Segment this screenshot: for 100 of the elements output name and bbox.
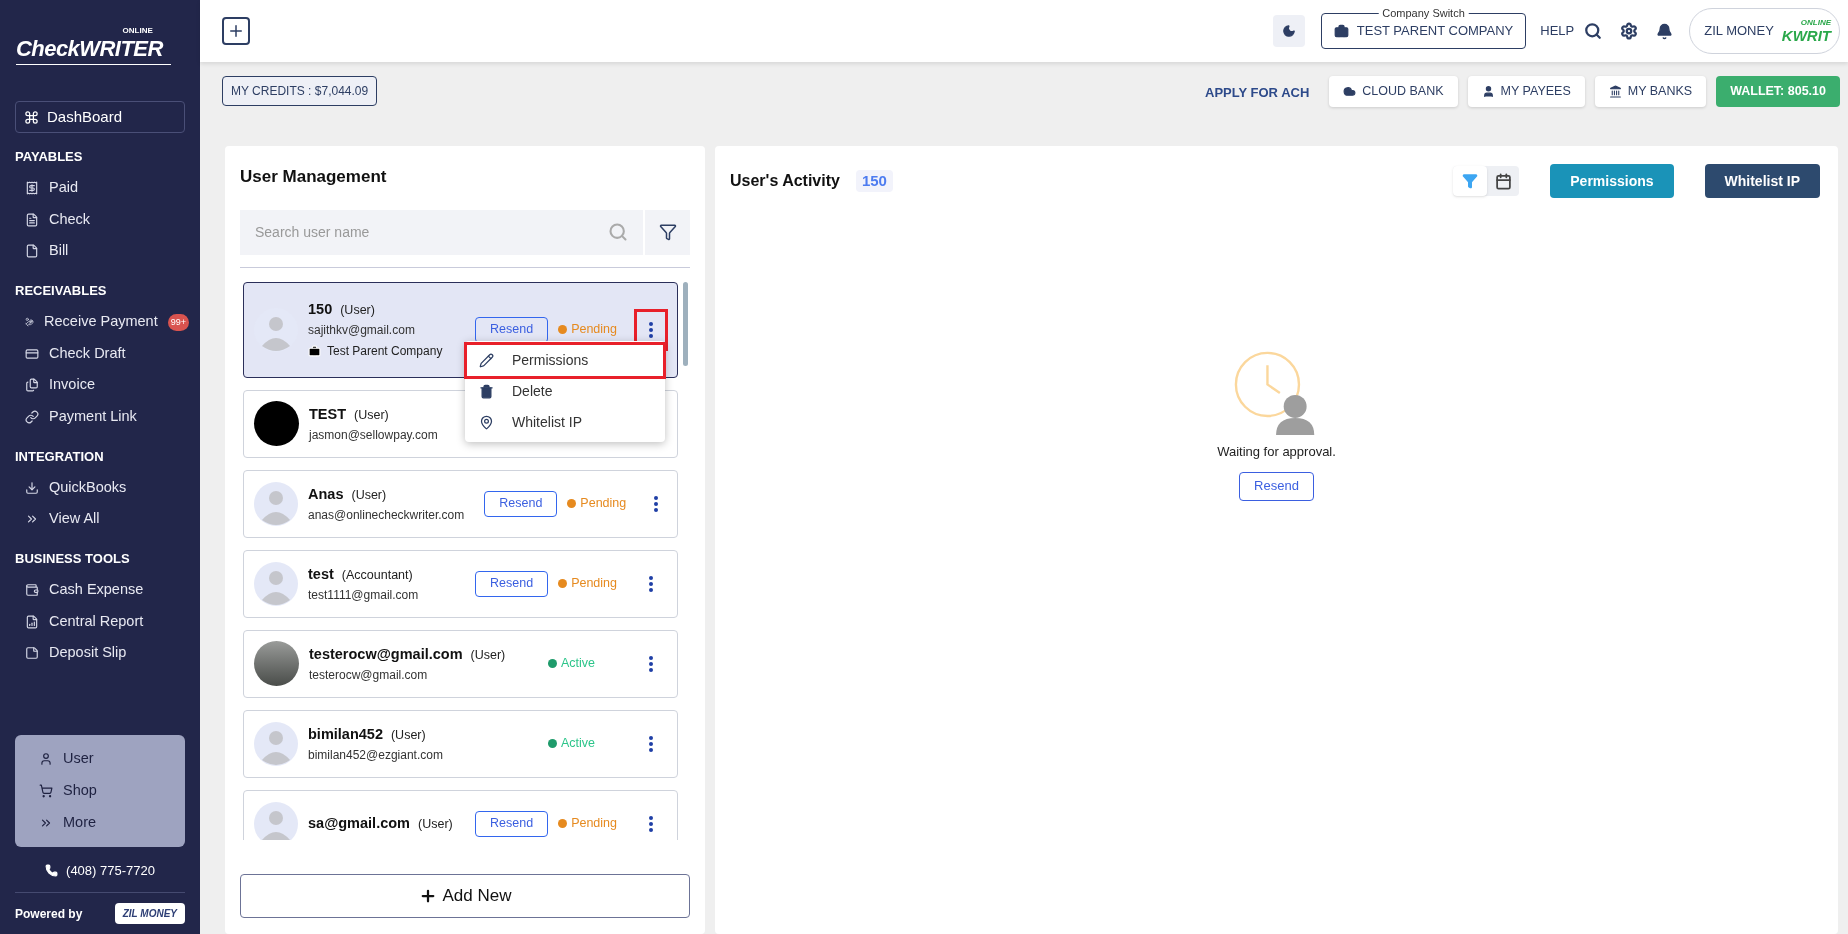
avatar-silhouette-icon xyxy=(254,561,298,606)
count-badge: 99+ xyxy=(167,313,189,331)
toolbar-button[interactable]: MY BANKS xyxy=(1594,76,1707,107)
dark-mode-button[interactable] xyxy=(1272,15,1305,47)
calendar-icon xyxy=(1494,172,1512,190)
sidebar-link[interactable]: Deposit Slip xyxy=(49,642,127,665)
resend-button[interactable]: Resend xyxy=(1239,471,1314,501)
status-text: Pending xyxy=(571,321,617,339)
user-name: test xyxy=(308,564,334,584)
section-heading: PAYABLES xyxy=(15,148,84,166)
settings-icon[interactable] xyxy=(1620,22,1639,40)
apply-ach-link[interactable]: APPLY FOR ACH xyxy=(1205,83,1310,103)
add-new-button[interactable]: Add New xyxy=(240,874,690,918)
scrollbar[interactable] xyxy=(683,281,688,366)
pin-icon xyxy=(479,414,494,430)
phone-icon xyxy=(45,863,59,877)
user-card[interactable]: testerocw@gmail.com (User) testerocw@gmail.com Active xyxy=(243,629,678,698)
resend-button[interactable]: Resend xyxy=(484,490,558,517)
section-heading: INTEGRATION xyxy=(15,447,105,466)
section-heading: RECEIVABLES xyxy=(15,282,108,300)
kebab-icon xyxy=(653,495,658,512)
note-icon xyxy=(25,646,39,661)
user-email: jasmon@sellowpay.com xyxy=(309,427,438,444)
resend-button[interactable]: Resend xyxy=(475,810,549,837)
bell-icon[interactable] xyxy=(1656,22,1674,40)
user-email: testerocw@gmail.com xyxy=(309,667,429,684)
checkwriter-logo[interactable]: ONLINE CheckWRITER xyxy=(16,24,171,65)
toolbar-button[interactable]: CLOUD BANK xyxy=(1329,76,1458,107)
sidebar-link[interactable]: Payment Link xyxy=(49,405,137,428)
user-card[interactable]: Anas (User) anas@onlinecheckwriter.com Resend Pending xyxy=(243,469,678,538)
search-field[interactable]: Search user name xyxy=(240,209,643,255)
menu-link[interactable]: More xyxy=(63,811,97,834)
user-role: (User) xyxy=(470,646,506,664)
user-name: 150 xyxy=(308,299,333,319)
count-badge: 150 xyxy=(855,169,893,193)
user-email: sajithkv@gmail.com xyxy=(308,322,416,339)
user-card[interactable]: sa@gmail.com (User) Resend Pending xyxy=(243,789,678,840)
user-role: (User) xyxy=(418,815,453,833)
permissions-button[interactable]: Permissions xyxy=(1550,164,1674,198)
trash-icon xyxy=(479,383,494,399)
user-name: TEST xyxy=(309,404,347,424)
user-card[interactable]: test (Accountant) test1111@gmail.com Resend Pending xyxy=(243,549,678,618)
user-role: (User) xyxy=(340,301,375,319)
sidebar-link[interactable]: View All xyxy=(49,508,100,531)
help-link[interactable]: HELP xyxy=(1540,21,1575,41)
sidebar-link[interactable]: Cash Expense xyxy=(49,579,144,602)
sidebar-link[interactable]: Invoice xyxy=(49,374,95,397)
company-name: Test Parent Company xyxy=(327,343,443,361)
sidebar-link[interactable]: Bill xyxy=(49,240,69,263)
user-name: testerocw@gmail.com xyxy=(309,644,463,664)
add-button[interactable] xyxy=(222,17,250,45)
status-text: Active xyxy=(560,735,595,753)
phone-number: (408) 775-7720 xyxy=(66,861,155,880)
more-options-button[interactable] xyxy=(637,311,665,348)
plus-icon xyxy=(227,22,245,40)
avatar-silhouette-icon xyxy=(254,801,298,840)
cart-icon xyxy=(39,783,53,798)
menu-item[interactable]: Whitelist IP xyxy=(467,406,663,438)
avatar-silhouette-icon xyxy=(254,481,298,526)
kebab-icon xyxy=(649,735,653,752)
kebab-icon xyxy=(649,815,653,832)
user-name: Anas xyxy=(308,484,344,504)
sidebar-link[interactable]: QuickBooks xyxy=(49,476,127,499)
dashboard-button[interactable]: DashBoard xyxy=(15,101,185,133)
filter-button[interactable] xyxy=(645,209,690,255)
status-text: Pending xyxy=(571,815,617,833)
user-email: bimilan452@ezgiant.com xyxy=(308,747,443,764)
filter-icon xyxy=(1462,173,1479,189)
search-icon[interactable] xyxy=(1584,22,1603,40)
kebab-icon xyxy=(649,655,653,672)
sidebar-link[interactable]: Check Draft xyxy=(49,342,126,365)
sidebar-link[interactable]: Paid xyxy=(49,177,79,200)
user-card[interactable]: bimilan452 (User) bimilan452@ezgiant.com Active xyxy=(243,709,678,778)
sidebar-link[interactable]: Central Report xyxy=(49,610,144,633)
brand-logo: ONLINE KWRIT xyxy=(1781,18,1831,44)
menu-link[interactable]: Shop xyxy=(63,779,97,802)
whitelist-ip-button[interactable]: Whitelist IP xyxy=(1704,164,1820,198)
menu-item[interactable]: Permissions xyxy=(467,344,663,376)
photo-placeholder xyxy=(254,641,299,686)
panel-title: User's Activity xyxy=(730,171,840,191)
command-icon xyxy=(24,109,39,125)
moon-icon xyxy=(1281,24,1296,38)
sidebar-link[interactable]: Receive Payment xyxy=(44,311,158,334)
resend-button[interactable]: Resend xyxy=(475,570,549,597)
waiting-message: Waiting for approval. xyxy=(1217,443,1336,461)
user-role: (User) xyxy=(354,406,389,424)
menu-link[interactable]: User xyxy=(63,747,94,770)
file-icon xyxy=(25,244,39,259)
cloud-icon xyxy=(1343,85,1357,98)
bank-icon xyxy=(1608,85,1622,98)
sidebar-link[interactable]: Check xyxy=(49,208,91,231)
briefcase-icon xyxy=(1333,23,1349,39)
status-text: Pending xyxy=(571,575,617,593)
status-text: Active xyxy=(560,655,595,673)
files-icon xyxy=(25,378,39,393)
download-icon xyxy=(25,480,39,495)
toolbar-button[interactable]: MY PAYEES xyxy=(1467,76,1585,107)
pencil-icon xyxy=(479,352,494,368)
user-name: bimilan452 xyxy=(308,724,383,744)
wallet-icon xyxy=(25,583,39,598)
